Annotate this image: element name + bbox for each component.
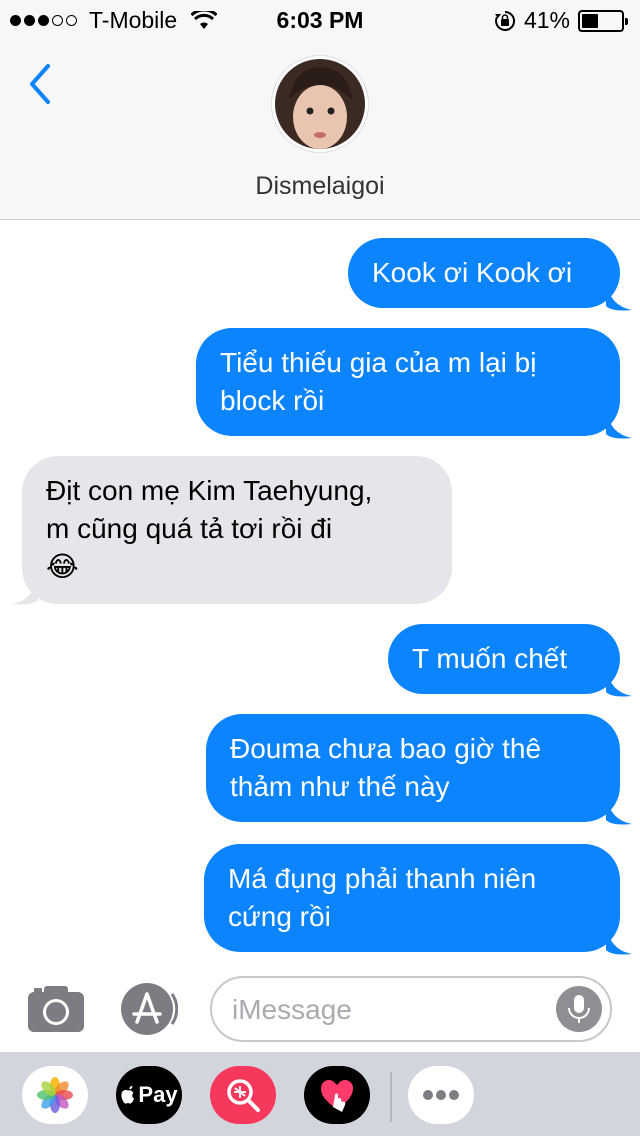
message-text-line: Đouma chưa bao giờ thê [230,733,542,764]
message-text-line: m cũng quá tả tơi rồi đi [46,513,333,544]
imessage-input[interactable] [232,990,552,1030]
message-text-line: thảm như thế này [230,771,450,802]
back-button[interactable] [22,60,62,108]
tears-of-joy-emoji: 😂 [46,551,79,582]
app-drawer: Pay [0,1052,640,1136]
bubble-tail [606,796,632,825]
app-store-icon [121,983,179,1035]
apple-logo-icon [121,1085,135,1104]
sent-message-bubble[interactable]: Đouma chưa bao giờ thê thảm như thế này [206,714,620,822]
more-apps-button[interactable] [408,1066,474,1124]
status-right: 41% [494,7,628,34]
app-store-button[interactable] [120,982,179,1036]
conversation-header: Dismelaigoi [0,40,640,220]
image-search-button[interactable] [210,1066,276,1124]
battery-level [582,13,598,28]
sent-message-bubble[interactable]: T muốn chết [388,624,620,694]
contact-name[interactable]: Dismelaigoi [0,172,640,201]
message-text: T muốn chết [412,643,568,674]
photos-app-button[interactable] [22,1066,88,1124]
drawer-divider [390,1072,392,1122]
imessage-input-container[interactable] [210,976,612,1042]
bubble-tail [606,926,632,955]
sent-message-bubble[interactable]: Tiểu thiếu gia của m lại bị block rồi [196,328,620,436]
message-text-line: Má đụng phải thanh niên [228,863,537,894]
camera-icon [28,986,84,1032]
battery-percent: 41% [523,7,570,33]
more-icon [423,1090,459,1100]
message-text-line: Địt con mẹ Kim Taehyung, [46,475,373,506]
bubble-tail [12,576,38,605]
message-text: Kook ơi Kook ơi [372,257,573,288]
message-text-line: cứng rồi [228,901,331,932]
battery-icon [578,9,628,32]
dictation-button[interactable] [556,986,602,1032]
microphone-icon [568,995,590,1023]
apple-pay-button[interactable]: Pay [116,1066,182,1124]
contact-avatar[interactable] [272,56,368,152]
message-text-line: block rồi [220,385,325,416]
chevron-left-icon [30,64,50,104]
sent-message-bubble[interactable]: Má đụng phải thanh niên cứng rồi [204,844,620,952]
status-bar: T-Mobile 6:03 PM 41% [0,0,640,40]
camera-button[interactable] [26,982,86,1034]
bubble-tail [606,668,632,697]
bubble-tail [606,282,632,311]
apple-pay-label: Pay [138,1082,178,1107]
digital-touch-icon [321,1080,353,1112]
rotation-lock-icon [494,10,515,31]
photos-icon [37,1077,73,1113]
digital-touch-button[interactable] [304,1066,370,1124]
sent-message-bubble[interactable]: Kook ơi Kook ơi [348,238,620,308]
avatar-face-image [275,59,365,149]
received-message-bubble[interactable]: Địt con mẹ Kim Taehyung, m cũng quá tả t… [22,456,452,604]
search-images-icon [227,1079,260,1112]
message-text-line: Tiểu thiếu gia của m lại bị [220,347,537,378]
bubble-tail [606,410,632,439]
